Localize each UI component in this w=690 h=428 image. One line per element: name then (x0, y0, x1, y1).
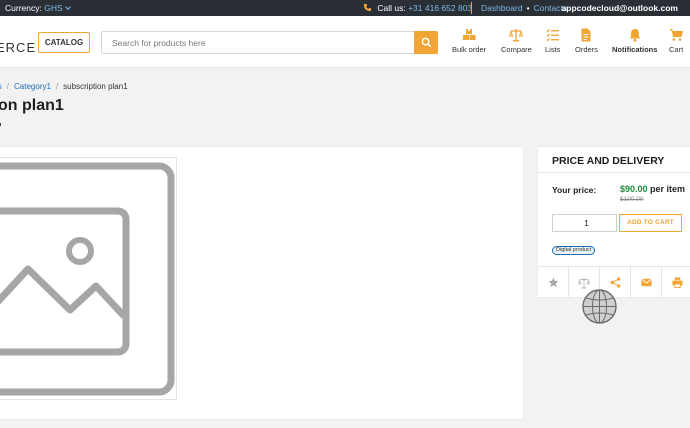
top-bar: Currency: GHS Call us: +31 416 652 803 D… (0, 0, 690, 16)
print-button[interactable] (662, 267, 690, 298)
truncated-glyph (0, 123, 1, 126)
price-delivery-panel: PRICE AND DELIVERY Your price: $90.00 pe… (538, 147, 690, 298)
dot-separator: • (526, 3, 530, 13)
nav-label: Orders (575, 45, 598, 54)
breadcrumb-link-category[interactable]: Category1 (14, 82, 51, 91)
list-icon (546, 29, 559, 42)
scale-icon (578, 277, 590, 288)
printer-icon (672, 277, 683, 288)
price-amount: $90.00 (620, 184, 648, 194)
search-icon (421, 37, 431, 48)
share-icon (610, 277, 620, 288)
quantity-input[interactable] (553, 215, 616, 231)
divider (471, 2, 472, 14)
star-icon (547, 277, 559, 288)
phone-link[interactable]: +31 416 652 803 (408, 3, 472, 13)
call-us-label: Call us: (377, 3, 406, 13)
price-panel-title: PRICE AND DELIVERY (552, 155, 665, 167)
price-unit: per item (650, 184, 686, 194)
cart-icon (669, 29, 684, 41)
search-button[interactable] (414, 31, 438, 54)
phone-icon (363, 3, 372, 12)
nav-bulk-order[interactable]: Bulk order (452, 28, 486, 54)
currency-value[interactable]: GHS (44, 3, 62, 13)
breadcrumb-current: subscription plan1 (63, 82, 128, 91)
document-icon (581, 28, 591, 42)
add-to-cart-button[interactable]: ADD TO CART (619, 214, 682, 232)
old-price: $100.00 (620, 196, 644, 203)
breadcrumb-link[interactable]: ls (0, 82, 2, 91)
add-to-wishlist-button[interactable] (538, 267, 569, 298)
nav-lists[interactable]: Lists (545, 28, 560, 54)
search-input[interactable] (102, 32, 402, 53)
quantity-field[interactable] (552, 214, 617, 232)
currency-selector[interactable]: Currency: GHS (5, 3, 71, 13)
breadcrumb: ls / Category1 / subscription plan1 (0, 82, 128, 91)
page-title: on plan1 (0, 97, 64, 114)
currency-label: Currency: (5, 3, 42, 13)
product-main-panel (0, 147, 523, 419)
breadcrumb-separator: / (6, 82, 10, 91)
nav-cart[interactable]: Cart (669, 28, 683, 54)
digital-product-badge: Digital product (552, 246, 596, 255)
catalog-button[interactable]: CATALOG (38, 32, 90, 53)
account-links: Dashboard • Contacts (481, 3, 567, 13)
account-email[interactable]: appcodecloud@outlook.com (562, 3, 678, 13)
logo[interactable]: ERCE (0, 40, 36, 55)
email-button[interactable] (631, 267, 662, 298)
globe-icon (582, 289, 617, 324)
product-image-frame[interactable] (0, 157, 177, 400)
bell-icon (629, 29, 641, 42)
header: ERCE CATALOG Bulk order Compare Lists Or… (0, 16, 690, 68)
price-panel-header: PRICE AND DELIVERY (538, 147, 690, 173)
nav-label: Bulk order (452, 45, 487, 54)
nav-notifications[interactable]: Notifications (612, 28, 657, 54)
your-price-label: Your price: (552, 185, 597, 195)
nav-label: Notifications (612, 45, 658, 54)
scale-icon (509, 29, 524, 42)
nav-label: Cart (669, 45, 684, 54)
nav-label: Compare (501, 45, 532, 54)
image-placeholder-icon (0, 162, 175, 396)
chevron-down-icon[interactable] (64, 4, 71, 10)
boxes-icon (463, 29, 476, 40)
envelope-icon (640, 278, 652, 287)
dashboard-link[interactable]: Dashboard (481, 3, 523, 13)
search-box (101, 31, 438, 54)
price-value: $90.00 per item (620, 184, 685, 194)
breadcrumb-separator: / (55, 82, 59, 91)
call-us: Call us: +31 416 652 803 (363, 3, 472, 13)
nav-label: Lists (545, 45, 561, 54)
nav-compare[interactable]: Compare (501, 28, 532, 54)
nav-orders[interactable]: Orders (575, 28, 598, 54)
